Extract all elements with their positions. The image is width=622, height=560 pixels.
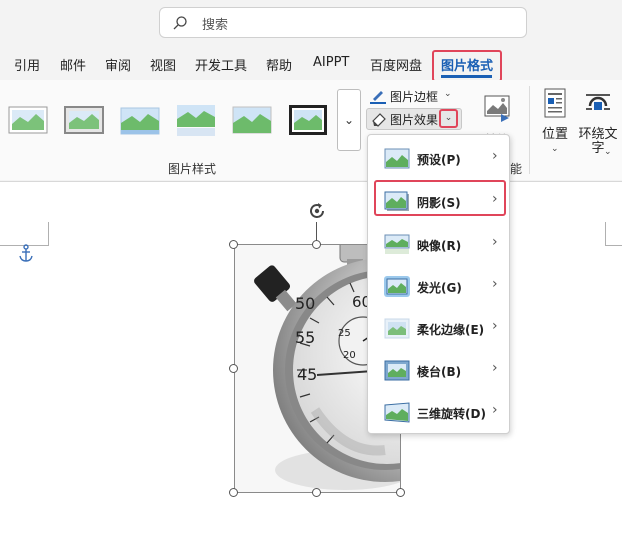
menu-item-3d-rotation[interactable]: 三维旋转(D) ›	[368, 392, 509, 434]
search-icon	[173, 16, 187, 30]
ribbon: ⌄ 图片样式 图片边框 ⌄ 图片效果 ⌄ 能 位置 ⌄ 环绕文字 ⌄	[0, 80, 622, 182]
effects-icon	[372, 113, 386, 127]
tab-mailings[interactable]: 邮件	[60, 55, 86, 74]
anchor-icon	[19, 244, 33, 262]
chevron-right-icon: ›	[492, 148, 498, 164]
chevron-down-icon: ⌄	[444, 89, 452, 99]
bevel-icon	[384, 360, 410, 381]
picture-border-button[interactable]: 图片边框 ⌄	[369, 85, 457, 107]
menu-item-label: 映像(R)	[417, 239, 462, 253]
page-margin-corner-right	[605, 222, 622, 246]
chevron-right-icon: ›	[492, 318, 498, 334]
dial-number-55: 55	[295, 328, 315, 347]
resize-handle-bottom[interactable]	[312, 488, 321, 497]
rotate-handle-icon[interactable]	[306, 200, 328, 222]
menu-highlight-box	[374, 180, 506, 216]
chevron-down-icon: ⌄	[604, 147, 612, 157]
document-canvas[interactable]: 55 45 60 25 20 50	[0, 182, 622, 560]
tab-baidu-netdisk[interactable]: 百度网盘	[370, 55, 422, 74]
position-button[interactable]: 位置 ⌄	[535, 88, 575, 168]
ribbon-panel: ⌄ 图片样式 图片边框 ⌄ 图片效果 ⌄ 能 位置 ⌄ 环绕文字 ⌄	[0, 80, 622, 180]
picture-effects-menu: 预设(P) › 阴影(S) › 映像(R) › 发光(G) › 柔化边缘(E) …	[367, 134, 510, 434]
search-placeholder: 搜索	[202, 18, 229, 33]
tab-references[interactable]: 引用	[14, 55, 40, 74]
picture-effects-label: 图片效果	[390, 113, 439, 127]
resize-handle-bottom-left[interactable]	[229, 488, 238, 497]
picture-style-thumb-6[interactable]	[288, 103, 328, 137]
tab-help[interactable]: 帮助	[266, 55, 292, 74]
wrap-text-icon	[586, 94, 610, 110]
picture-style-thumb-3[interactable]	[120, 103, 160, 137]
chevron-right-icon: ›	[492, 360, 498, 376]
soft-edges-icon	[384, 318, 410, 339]
resize-handle-top[interactable]	[312, 240, 321, 249]
menu-item-preset[interactable]: 预设(P) ›	[368, 138, 509, 180]
search-box[interactable]: 搜索	[159, 7, 527, 38]
wrap-text-label: 环绕文字	[578, 127, 618, 156]
glow-icon	[384, 276, 410, 297]
position-icon	[544, 88, 566, 118]
resize-handle-top-left[interactable]	[229, 240, 238, 249]
tab-review[interactable]: 审阅	[105, 55, 131, 74]
menu-item-label: 发光(G)	[417, 281, 462, 295]
picture-effects-dropdown[interactable]: ⌄	[439, 109, 458, 128]
ribbon-tabs: 引用 邮件 审阅 视图 开发工具 帮助 AIPPT 百度网盘 图片格式	[0, 46, 622, 80]
dial-label-50: 50	[295, 294, 316, 313]
chevron-right-icon: ›	[492, 276, 498, 292]
pen-icon	[370, 91, 386, 104]
menu-item-label: 三维旋转(D)	[417, 407, 486, 421]
3d-rotation-icon	[384, 402, 410, 423]
resize-handle-left[interactable]	[229, 364, 238, 373]
picture-style-thumb-2[interactable]	[64, 103, 104, 137]
arrange-group-label-partial: 能	[510, 162, 523, 176]
title-bar: 搜索	[0, 0, 622, 46]
tab-view[interactable]: 视图	[150, 55, 176, 74]
chevron-down-icon: ⌄	[551, 144, 559, 154]
subdial-number-20: 20	[343, 350, 356, 361]
chevron-right-icon: ›	[492, 402, 498, 418]
chevron-down-icon: ⌄	[444, 113, 453, 123]
gallery-more-button[interactable]: ⌄	[337, 89, 361, 151]
menu-item-bevel[interactable]: 棱台(B) ›	[368, 350, 509, 392]
ribbon-separator	[529, 86, 530, 174]
tab-aippt[interactable]: AIPPT	[313, 55, 349, 70]
menu-item-label: 柔化边缘(E)	[417, 323, 485, 337]
picture-styles-group-label: 图片样式	[168, 162, 217, 176]
chevron-right-icon: ›	[492, 234, 498, 250]
picture-style-thumb-4[interactable]	[176, 103, 216, 137]
reflection-icon	[384, 234, 410, 254]
menu-item-label: 棱台(B)	[417, 365, 462, 379]
tab-developer[interactable]: 开发工具	[195, 55, 247, 74]
menu-item-glow[interactable]: 发光(G) ›	[368, 266, 509, 308]
replace-picture-icon	[484, 95, 510, 122]
resize-handle-bottom-right[interactable]	[396, 488, 405, 497]
menu-item-soft-edges[interactable]: 柔化边缘(E) ›	[368, 308, 509, 350]
menu-item-label: 预设(P)	[417, 153, 461, 167]
position-label: 位置	[541, 127, 568, 142]
tab-highlight-box	[432, 50, 502, 82]
page-margin-corner-left	[0, 222, 49, 246]
subdial-number-25: 25	[338, 328, 351, 339]
menu-item-reflection[interactable]: 映像(R) ›	[368, 224, 509, 266]
picture-style-thumb-5[interactable]	[232, 103, 272, 137]
preset-icon	[384, 148, 410, 169]
wrap-text-button[interactable]: 环绕文字 ⌄	[578, 88, 618, 168]
dial-number-45: 45	[297, 365, 317, 384]
picture-style-thumb-1[interactable]	[8, 103, 48, 137]
picture-border-label: 图片边框	[390, 90, 439, 104]
